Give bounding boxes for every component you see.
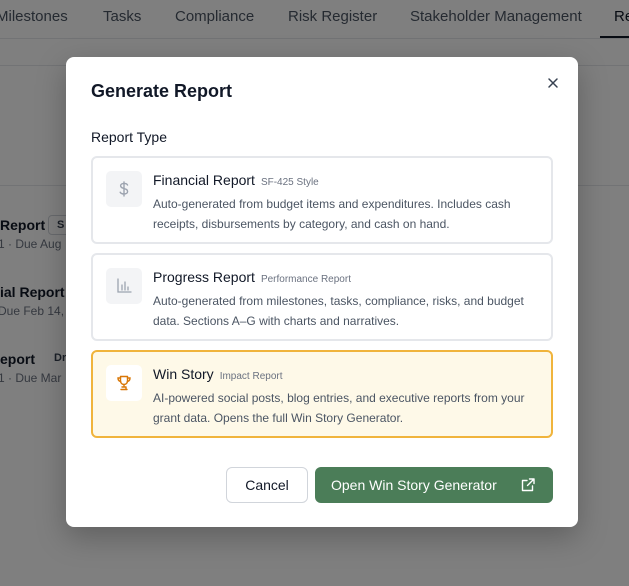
option-subtitle: Impact Report [219, 371, 283, 382]
close-button[interactable] [542, 72, 564, 94]
report-option-financial[interactable]: Financial Report SF-425 Style Auto-genera… [91, 156, 553, 244]
report-option-progress[interactable]: Progress Report Performance Report Auto-g… [91, 253, 553, 341]
open-win-story-generator-button[interactable]: Open Win Story Generator [315, 467, 553, 503]
cancel-button[interactable]: Cancel [226, 467, 308, 503]
option-title: Win Story [153, 366, 214, 382]
option-description: Auto-generated from milestones, tasks, c… [153, 294, 524, 328]
option-subtitle: Performance Report [260, 274, 351, 285]
report-option-win-story[interactable]: Win Story Impact Report AI-powered social… [91, 350, 553, 438]
dollar-icon [106, 171, 142, 207]
report-type-label: Report Type [91, 129, 168, 145]
option-description: AI-powered social posts, blog entries, a… [153, 391, 525, 425]
option-title: Financial Report [153, 172, 255, 188]
bar-chart-icon [106, 268, 142, 304]
generate-report-dialog: Generate Report Report Type Financial Re… [66, 57, 578, 527]
primary-button-label: Open Win Story Generator [331, 477, 497, 493]
trophy-icon [106, 365, 142, 401]
option-subtitle: SF-425 Style [260, 177, 319, 188]
option-description: Auto-generated from budget items and exp… [153, 197, 511, 231]
option-title: Progress Report [153, 269, 255, 285]
external-link-icon [521, 478, 535, 492]
dialog-title: Generate Report [91, 81, 233, 101]
close-icon [548, 78, 558, 88]
